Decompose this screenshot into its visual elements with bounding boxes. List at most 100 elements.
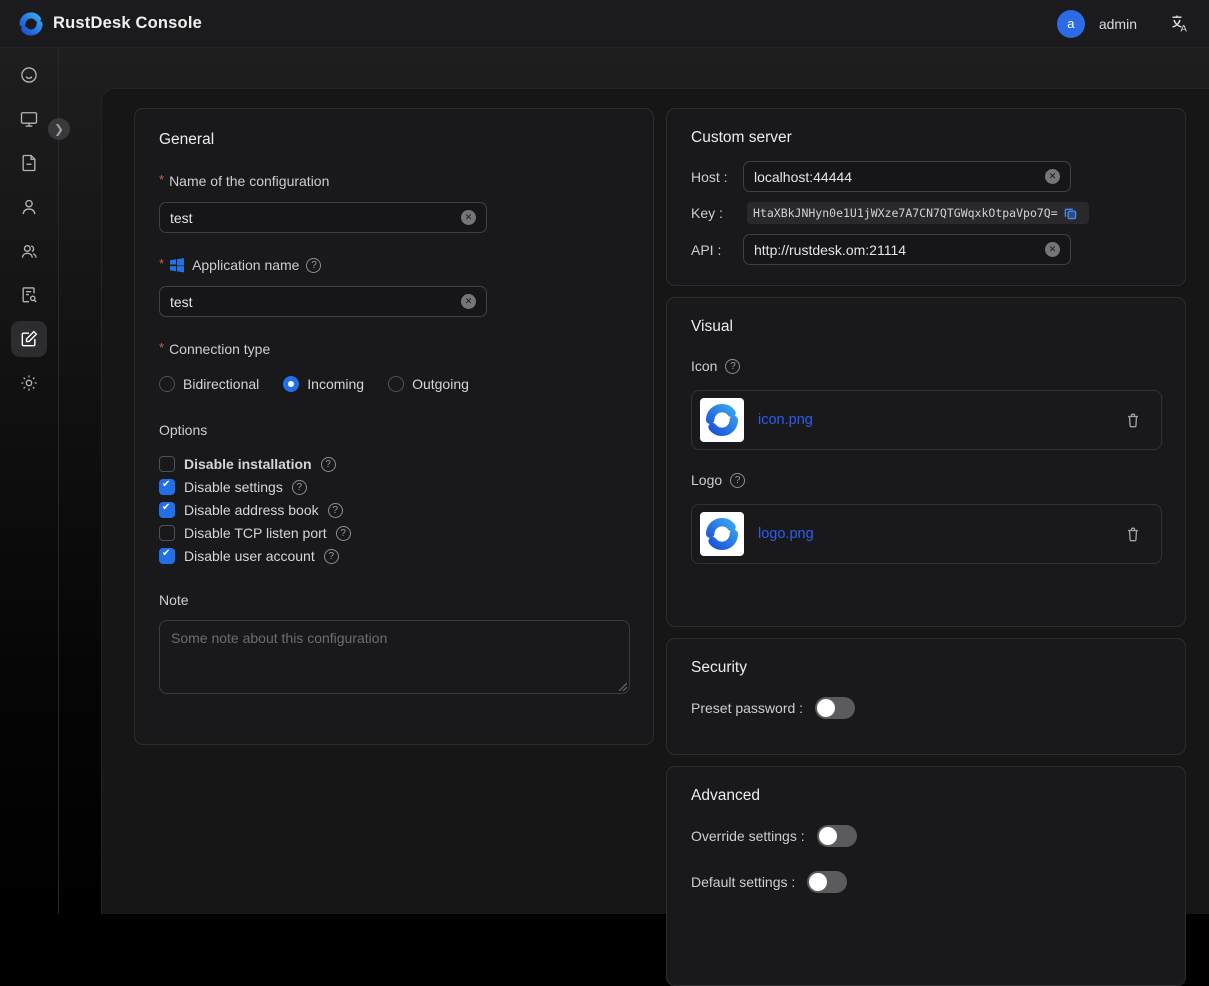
note-textarea[interactable] (171, 630, 618, 684)
sidebar (0, 48, 59, 914)
right-column: Custom server Host : ✕ Key : HtaXBkJNHyn… (666, 108, 1186, 986)
smiley-icon (19, 65, 39, 85)
host-input[interactable] (754, 169, 1045, 185)
help-icon[interactable]: ? (324, 549, 339, 564)
checkbox-disable-tcp-listen-port[interactable]: Disable TCP listen port ? (159, 525, 629, 541)
help-icon[interactable]: ? (328, 503, 343, 518)
rustdesk-logo-icon (18, 11, 44, 37)
advanced-panel: Advanced Override settings : Default set… (666, 766, 1186, 986)
logo-file-link[interactable]: logo.png (758, 526, 814, 542)
trash-icon[interactable] (1125, 526, 1141, 543)
sidebar-item-audit[interactable] (11, 145, 47, 181)
help-icon[interactable]: ? (321, 457, 336, 472)
resize-grip-icon[interactable] (617, 681, 627, 691)
override-settings-label: Override settings : (691, 828, 805, 844)
help-icon[interactable]: ? (336, 526, 351, 541)
sidebar-item-dashboard[interactable] (11, 57, 47, 93)
general-panel: General * Name of the configuration ✕ * … (134, 108, 654, 745)
main-area: ❯ General * Name of the configuration ✕ … (0, 48, 1209, 914)
visual-title: Visual (691, 318, 1161, 336)
avatar[interactable]: a (1057, 10, 1085, 38)
help-icon[interactable]: ? (292, 480, 307, 495)
radio-bidirectional[interactable]: Bidirectional (159, 376, 259, 392)
config-name-label: * Name of the configuration (159, 173, 629, 189)
connection-type-group: Bidirectional Incoming Outgoing (159, 376, 629, 392)
custom-server-panel: Custom server Host : ✕ Key : HtaXBkJNHyn… (666, 108, 1186, 286)
preset-password-toggle[interactable] (815, 697, 855, 719)
clear-icon[interactable]: ✕ (1045, 169, 1060, 184)
note-label: Note (159, 592, 629, 608)
visual-panel: Visual Icon ? icon.png (666, 297, 1186, 627)
api-input[interactable] (754, 242, 1045, 258)
chevron-right-icon: ❯ (54, 122, 64, 136)
radio-icon (283, 376, 299, 392)
radio-incoming[interactable]: Incoming (283, 376, 364, 392)
radio-outgoing[interactable]: Outgoing (388, 376, 469, 392)
note-field (159, 620, 630, 694)
users-icon (19, 241, 39, 261)
required-asterisk: * (159, 256, 164, 271)
translate-icon[interactable]: A (1167, 12, 1191, 36)
sidebar-item-users[interactable] (11, 189, 47, 225)
options-label: Options (159, 422, 629, 438)
edit-icon (19, 329, 39, 349)
help-icon[interactable]: ? (725, 359, 740, 374)
trash-icon[interactable] (1125, 412, 1141, 429)
gear-icon (19, 373, 39, 393)
checkbox-disable-user-account[interactable]: Disable user account ? (159, 548, 629, 564)
connection-type-label: * Connection type (159, 341, 629, 357)
radio-icon (159, 376, 175, 392)
username[interactable]: admin (1099, 16, 1137, 32)
host-label: Host : (691, 169, 743, 185)
app-name-input[interactable] (170, 294, 461, 310)
copy-icon[interactable] (1064, 207, 1077, 220)
help-icon[interactable]: ? (306, 258, 321, 273)
advanced-title: Advanced (691, 787, 1161, 805)
default-settings-toggle[interactable] (807, 871, 847, 893)
checkbox-disable-installation[interactable]: Disable installation ? (159, 456, 629, 472)
checkbox-icon (159, 456, 175, 472)
logo-upload-row: logo.png (691, 504, 1162, 564)
checkbox-disable-settings[interactable]: Disable settings ? (159, 479, 629, 495)
key-label: Key : (691, 205, 743, 221)
key-value: HtaXBkJNHyn0e1U1jWXze7A7CN7QTGWqxkOtpaVp… (753, 206, 1058, 220)
clear-icon[interactable]: ✕ (461, 210, 476, 225)
sidebar-collapse-button[interactable]: ❯ (48, 118, 70, 140)
help-icon[interactable]: ? (730, 473, 745, 488)
document-icon (19, 153, 39, 173)
security-title: Security (691, 659, 1161, 677)
checkbox-icon (159, 479, 175, 495)
windows-icon (169, 257, 185, 273)
app-header: RustDesk Console a admin A (0, 0, 1209, 48)
config-name-field: ✕ (159, 202, 487, 233)
sidebar-item-groups[interactable] (11, 233, 47, 269)
security-panel: Security Preset password : (666, 638, 1186, 755)
sidebar-item-settings[interactable] (11, 365, 47, 401)
content-card: General * Name of the configuration ✕ * … (101, 88, 1209, 914)
svg-text:A: A (1180, 24, 1187, 35)
document-search-icon (19, 285, 39, 305)
logo-label: Logo ? (691, 472, 1161, 488)
icon-file-link[interactable]: icon.png (758, 412, 813, 428)
checkbox-disable-address-book[interactable]: Disable address book ? (159, 502, 629, 518)
user-icon (19, 197, 39, 217)
sidebar-item-devices[interactable] (11, 101, 47, 137)
sidebar-item-custom-clients[interactable] (11, 321, 47, 357)
clear-icon[interactable]: ✕ (1045, 242, 1060, 257)
logo-thumbnail (700, 512, 744, 556)
icon-label: Icon ? (691, 358, 1161, 374)
override-settings-toggle[interactable] (817, 825, 857, 847)
config-name-input[interactable] (170, 210, 461, 226)
monitor-icon (19, 109, 39, 129)
brand: RustDesk Console (18, 11, 202, 37)
clear-icon[interactable]: ✕ (461, 294, 476, 309)
sidebar-item-logs[interactable] (11, 277, 47, 313)
options-group: Disable installation ? Disable settings … (159, 456, 629, 564)
radio-icon (388, 376, 404, 392)
custom-server-title: Custom server (691, 129, 1161, 147)
checkbox-icon (159, 525, 175, 541)
host-field: ✕ (743, 161, 1071, 192)
required-asterisk: * (159, 172, 164, 187)
preset-password-label: Preset password : (691, 700, 803, 716)
app-name-field: ✕ (159, 286, 487, 317)
